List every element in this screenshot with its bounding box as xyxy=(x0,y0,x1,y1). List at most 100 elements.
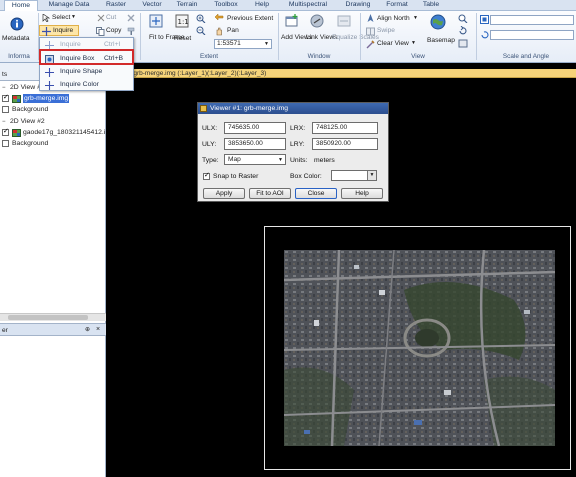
menu-item-label: Inquire Color xyxy=(60,81,99,88)
snap-to-raster-checkbox[interactable] xyxy=(203,171,210,180)
select-arrow-icon xyxy=(42,14,50,22)
menu-item-inquire-shape[interactable]: Inquire Shape xyxy=(40,66,133,78)
lrx-label: LRX: xyxy=(290,125,306,132)
tab-toolbox[interactable]: Toolbox xyxy=(208,0,244,11)
viewer-title: w #1: grb-merge.img (:Layer_1)(:Layer_2)… xyxy=(116,70,267,77)
previous-extent-button[interactable]: Previous Extent xyxy=(227,15,273,22)
dialog-title-bar[interactable]: Viewer #1: grb-merge.img xyxy=(198,103,388,114)
chevron-down-icon[interactable]: ▼ xyxy=(411,40,416,46)
angle-input[interactable] xyxy=(490,30,574,40)
swipe-button[interactable]: Swipe xyxy=(377,27,395,34)
align-north-icon xyxy=(366,14,375,23)
zoom-in-icon[interactable] xyxy=(196,14,206,23)
lrx-input[interactable]: 748125.00 xyxy=(312,122,378,134)
group-label-extent: Extent xyxy=(199,53,219,60)
chevron-down-icon[interactable]: ▼ xyxy=(71,14,76,20)
raster-layer-icon xyxy=(12,129,21,137)
tab-format[interactable]: Format xyxy=(380,0,414,11)
tab-drawing[interactable]: Drawing xyxy=(340,0,376,11)
scale-field[interactable]: 1:53571 ▼ xyxy=(214,39,272,49)
help-button[interactable]: Help xyxy=(341,188,383,199)
chevron-down-icon[interactable]: ▼ xyxy=(367,171,376,180)
rotate-angle-icon[interactable] xyxy=(480,30,489,39)
metadata-button[interactable]: Metadata xyxy=(2,35,30,42)
inquire-tool-icon[interactable] xyxy=(458,14,468,23)
basemap-button[interactable]: Basemap xyxy=(427,37,455,44)
chevron-down-icon[interactable]: ▼ xyxy=(264,40,269,48)
tab-vector[interactable]: Vector xyxy=(136,0,168,11)
zoom-out-icon[interactable] xyxy=(196,26,206,35)
layer-visibility-checkbox[interactable] xyxy=(2,128,9,137)
tab-raster[interactable]: Raster xyxy=(100,0,132,11)
ribbon-tab-bar: Home Manage Data Raster Vector Terrain T… xyxy=(0,0,576,12)
pan-button[interactable]: Pan xyxy=(227,27,239,34)
close-button[interactable]: Close xyxy=(295,188,337,199)
copy-icon xyxy=(96,27,105,36)
lry-value: 3850920.00 xyxy=(316,140,351,147)
inquire-button[interactable]: Inquire xyxy=(39,25,79,36)
tab-help[interactable]: Help xyxy=(248,0,276,11)
svg-text:1:1: 1:1 xyxy=(178,18,189,26)
type-label: Type: xyxy=(202,157,219,164)
rotate-icon[interactable] xyxy=(458,26,468,35)
scale-input[interactable] xyxy=(490,15,574,25)
pin-icon[interactable]: ⊕ xyxy=(85,326,90,333)
metadata-icon[interactable] xyxy=(10,17,24,31)
clear-view-button[interactable]: Clear View xyxy=(377,40,409,47)
equalize-scales-icon xyxy=(337,14,351,28)
align-north-button[interactable]: Align North xyxy=(377,15,410,22)
reset-button[interactable]: Reset xyxy=(174,35,191,42)
chevron-down-icon[interactable]: ▼ xyxy=(278,155,283,165)
tab-manage-data[interactable]: Manage Data xyxy=(40,0,98,11)
lry-input[interactable]: 3850920.00 xyxy=(312,138,378,150)
type-value: Map xyxy=(228,156,241,163)
delete-x-icon[interactable] xyxy=(127,14,135,22)
chevron-down-icon[interactable]: ▼ xyxy=(413,15,418,21)
inquire-label: Inquire xyxy=(53,27,74,34)
scrollbar-thumb[interactable] xyxy=(8,315,88,320)
viewer-title-bar: w #1: grb-merge.img (:Layer_1)(:Layer_2)… xyxy=(106,69,576,78)
uly-label: ULY: xyxy=(202,141,217,148)
apply-button[interactable]: Apply xyxy=(203,188,245,199)
box-color-picker[interactable]: ▼ xyxy=(331,170,377,181)
lrx-value: 748125.00 xyxy=(316,124,348,131)
select-button[interactable]: Select xyxy=(52,14,70,21)
tab-table[interactable]: Table xyxy=(416,0,446,11)
layer-visibility-checkbox[interactable] xyxy=(2,140,9,147)
type-select[interactable]: Map ▼ xyxy=(224,154,286,165)
fit-to-frame-icon xyxy=(149,14,163,28)
clear-view-icon xyxy=(366,40,375,49)
units-value: meters xyxy=(314,157,335,164)
reset-icon: 1:1 xyxy=(175,14,189,28)
tree-item-layer-grb-merge[interactable]: grb-merge.img xyxy=(0,93,106,104)
measure-icon[interactable] xyxy=(458,39,468,48)
tree-item-label: grb-merge.img xyxy=(23,94,70,103)
menu-item-inquire-color[interactable]: Inquire Color xyxy=(40,79,133,91)
ulx-input[interactable]: 745635.00 xyxy=(224,122,286,134)
fit-to-aoi-button[interactable]: Fit to AOI xyxy=(249,188,291,199)
copy-button[interactable]: Copy xyxy=(106,27,121,34)
scale-icon[interactable] xyxy=(480,15,489,24)
bottom-panel-title: er xyxy=(2,327,8,334)
group-label-information: Informa xyxy=(8,53,30,60)
paint-icon[interactable] xyxy=(127,27,136,36)
uly-input[interactable]: 3853650.00 xyxy=(224,138,286,150)
tab-multispectral[interactable]: Multispectral xyxy=(280,0,336,11)
layer-visibility-checkbox[interactable] xyxy=(2,106,9,113)
previous-extent-icon xyxy=(215,14,224,23)
swipe-icon xyxy=(366,27,375,36)
tab-terrain[interactable]: Terrain xyxy=(170,0,204,11)
close-icon[interactable]: × xyxy=(96,326,100,333)
collapse-icon[interactable]: − xyxy=(2,117,6,127)
satellite-image[interactable] xyxy=(284,250,555,446)
horizontal-scrollbar[interactable] xyxy=(0,313,106,321)
cut-button[interactable]: Cut xyxy=(106,14,116,21)
pan-hand-icon xyxy=(215,27,224,36)
inquire-crosshair-icon xyxy=(42,27,51,36)
collapse-icon[interactable]: − xyxy=(2,83,6,93)
dialog-app-icon xyxy=(200,105,207,112)
tree-item-layer-gaode[interactable]: gaode17g_180321145412.i xyxy=(0,128,106,138)
ulx-label: ULX: xyxy=(202,125,218,132)
dialog-title: Viewer #1: grb-merge.img xyxy=(210,105,289,112)
layer-visibility-checkbox[interactable] xyxy=(2,93,9,103)
